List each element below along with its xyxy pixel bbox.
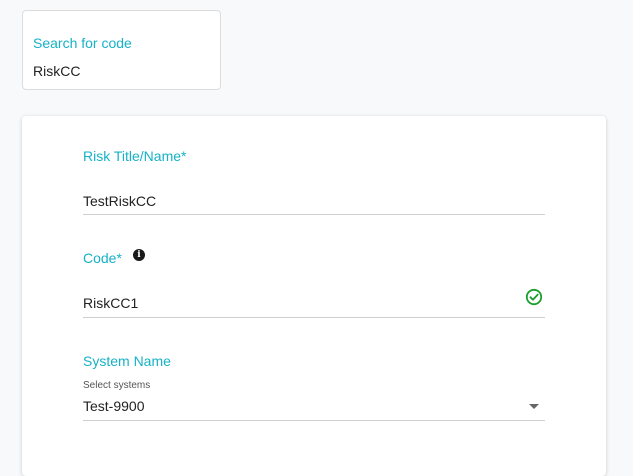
code-label: Code* [83, 250, 122, 266]
risk-form-card: Risk Title/Name* TestRiskCC Code* i Risk… [22, 116, 606, 476]
search-for-code-field[interactable]: Search for code RiskCC [22, 10, 221, 90]
code-underline [83, 317, 545, 318]
check-circle-icon [525, 288, 543, 306]
system-name-value[interactable]: Test-9900 [83, 398, 144, 414]
risk-title-input[interactable]: TestRiskCC [83, 193, 156, 209]
search-for-code-input[interactable]: RiskCC [33, 63, 80, 79]
system-name-underline [83, 420, 545, 421]
system-name-label: System Name [83, 353, 171, 369]
caret-down-icon[interactable] [529, 404, 539, 409]
code-input[interactable]: RiskCC1 [83, 295, 138, 311]
risk-title-label: Risk Title/Name* [83, 148, 187, 164]
select-systems-helper: Select systems [83, 380, 151, 391]
risk-title-underline [83, 214, 545, 215]
info-icon[interactable]: i [133, 249, 145, 261]
search-for-code-label: Search for code [33, 35, 132, 51]
